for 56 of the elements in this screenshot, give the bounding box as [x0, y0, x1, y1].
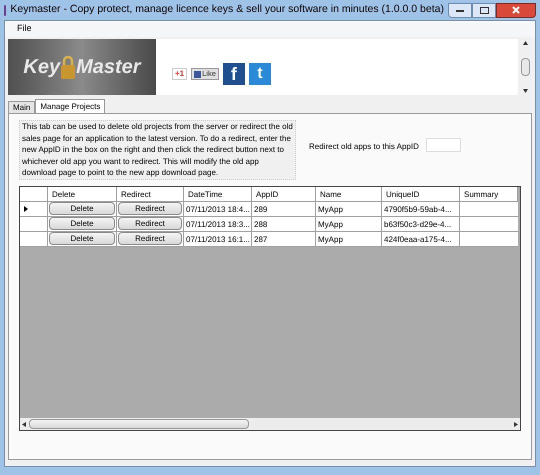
table-cell: 288 — [252, 216, 316, 232]
window-title: Keymaster - Copy protect, manage licence keys & sell your software in minutes (1.0.0.0 beta) — [10, 2, 444, 18]
column-header[interactable]: UniqueID — [382, 186, 460, 202]
row-header[interactable] — [20, 202, 48, 216]
left-arrow-icon — [22, 422, 26, 426]
plus-one-button[interactable]: +1 — [172, 68, 188, 80]
column-header[interactable]: Summary — [460, 186, 518, 202]
facebook-icon — [194, 70, 202, 78]
table-cell: 289 — [252, 202, 316, 216]
facebook-button[interactable]: f — [222, 63, 245, 85]
table-cell — [460, 232, 518, 246]
twitter-button[interactable]: t — [248, 63, 271, 85]
right-arrow-icon — [514, 422, 518, 426]
current-row-icon — [24, 206, 28, 212]
table-cell: 287 — [252, 232, 316, 246]
close-icon — [512, 6, 520, 14]
table-cell: 4790f5b9-59ab-4... — [382, 202, 460, 216]
horizontal-scrollbar[interactable] — [20, 418, 520, 430]
table-cell: 07/11/2013 18:3... — [184, 216, 252, 232]
tab[interactable]: Manage Projects — [35, 99, 106, 113]
table-cell: MyApp — [316, 216, 382, 232]
delete-button[interactable]: Delete — [49, 202, 115, 215]
column-header[interactable]: DateTime — [184, 186, 252, 202]
redirect-button[interactable]: Redirect — [118, 232, 182, 245]
logo: Key Master — [8, 39, 156, 95]
maximize-button[interactable] — [472, 2, 496, 18]
redirect-button[interactable]: Redirect — [118, 217, 182, 230]
menu-item[interactable]: File — [17, 22, 32, 36]
minimize-button[interactable] — [448, 2, 472, 18]
padlock-icon — [60, 54, 76, 80]
minimize-icon — [456, 8, 464, 12]
table-cell — [460, 202, 518, 216]
table-cell — [460, 216, 518, 232]
table-cell: b63f50c3-d29e-4... — [382, 216, 460, 232]
tab[interactable]: Main — [8, 101, 36, 113]
app-icon — [4, 4, 6, 16]
delete-button[interactable]: Delete — [49, 232, 115, 245]
table-cell: MyApp — [316, 202, 382, 216]
description-text: This tab can be used to delete old projects from the server or redirect the old sales page for an application to the latest version. To do a redirect, enter the new AppID in the box on the right and then click the redirect button next to whichever old app you want to redirect. This will modify the old app download page to point to the new app download page. — [19, 120, 296, 180]
column-header[interactable]: Name — [316, 186, 382, 202]
table-cell: 07/11/2013 18:4... — [184, 202, 252, 216]
vertical-scrollbar[interactable] — [518, 39, 532, 95]
up-arrow-icon — [522, 41, 528, 45]
table-cell: 424f0eaa-a175-4... — [382, 232, 460, 246]
maximize-icon — [480, 6, 488, 14]
redirect-label: Redirect old apps to this AppID — [309, 141, 419, 153]
close-button[interactable] — [496, 2, 536, 18]
table-cell: MyApp — [316, 232, 382, 246]
table-cell: 07/11/2013 16:1... — [184, 232, 252, 246]
column-header[interactable]: AppID — [252, 186, 316, 202]
redirect-button[interactable]: Redirect — [118, 202, 182, 215]
column-header[interactable]: Redirect — [117, 186, 184, 202]
delete-button[interactable]: Delete — [49, 217, 115, 230]
column-header[interactable]: Delete — [48, 186, 117, 202]
down-arrow-icon — [522, 89, 528, 93]
appid-input[interactable] — [426, 138, 461, 152]
